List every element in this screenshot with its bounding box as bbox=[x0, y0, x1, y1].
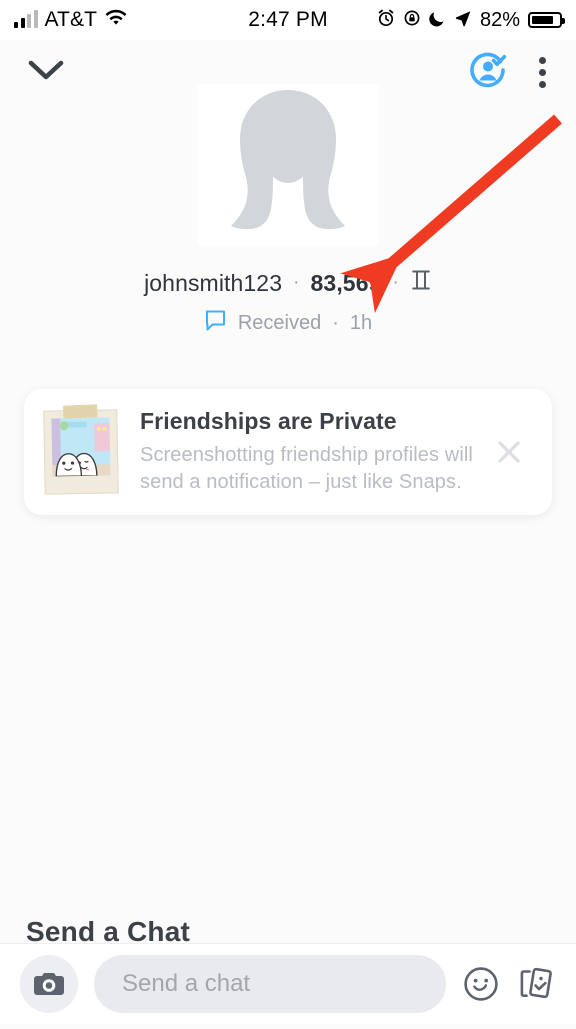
default-avatar-placeholder[interactable] bbox=[197, 84, 379, 246]
chevron-down-icon[interactable] bbox=[26, 57, 66, 88]
camera-icon[interactable] bbox=[20, 955, 78, 1013]
polaroid-photo bbox=[51, 417, 111, 477]
polaroid-ghosts-icon bbox=[43, 404, 119, 495]
chat-input-bar: Send a chat bbox=[0, 944, 576, 1024]
chat-input-placeholder: Send a chat bbox=[122, 970, 251, 997]
close-x-icon[interactable] bbox=[486, 437, 532, 467]
notice-card-title: Friendships are Private bbox=[140, 408, 397, 434]
battery-icon bbox=[528, 12, 565, 28]
chat-text-input[interactable]: Send a chat bbox=[94, 955, 446, 1013]
sticker-cards-icon[interactable] bbox=[516, 965, 556, 1003]
profile-identity-row: johnsmith123 · 83,569 · bbox=[144, 268, 432, 298]
status-bar: AT&T 2:47 PM 82% bbox=[0, 0, 576, 40]
identity-separator-1: · bbox=[293, 272, 300, 293]
location-arrow-icon bbox=[454, 9, 472, 32]
notice-card-text: Friendships are Private Screenshotting f… bbox=[140, 408, 486, 496]
snap-status-separator: · bbox=[332, 312, 339, 334]
identity-separator-2: · bbox=[392, 272, 399, 293]
notice-card-body: Screenshotting friendship profiles will … bbox=[140, 444, 473, 493]
battery-percent-label: 82% bbox=[479, 8, 520, 31]
snap-status-time: 1h bbox=[349, 312, 373, 334]
snapscore-value[interactable]: 83,569 bbox=[311, 270, 382, 297]
chat-bubble-icon bbox=[204, 309, 227, 338]
gemini-zodiac-icon[interactable] bbox=[410, 268, 432, 298]
alarm-clock-icon bbox=[377, 9, 395, 32]
polaroid-tape bbox=[63, 404, 98, 419]
rotation-lock-icon bbox=[403, 9, 421, 32]
status-bar-right: 82% bbox=[377, 8, 565, 32]
snap-status-label: Received bbox=[237, 312, 322, 334]
username-label[interactable]: johnsmith123 bbox=[144, 270, 282, 297]
do-not-disturb-moon-icon bbox=[429, 9, 446, 32]
snap-status-row: Received · 1h bbox=[204, 309, 372, 338]
smiley-face-icon[interactable] bbox=[462, 965, 500, 1003]
privacy-notice-card: Friendships are Private Screenshotting f… bbox=[24, 389, 552, 515]
profile-header: johnsmith123 · 83,569 · Received · 1h bbox=[0, 84, 576, 338]
